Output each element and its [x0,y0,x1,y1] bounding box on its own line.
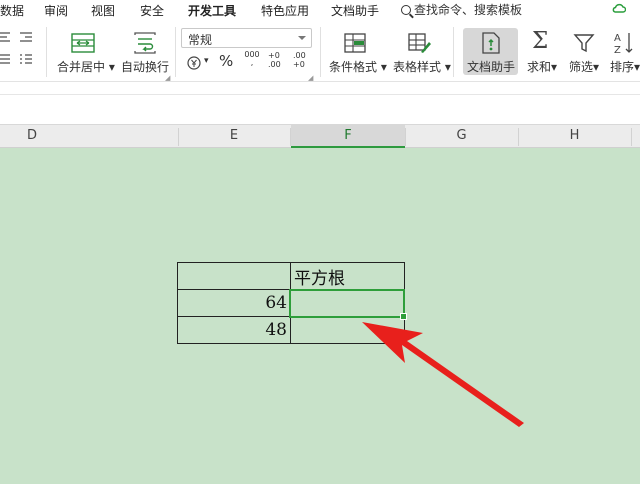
annotation-arrow [362,322,524,427]
